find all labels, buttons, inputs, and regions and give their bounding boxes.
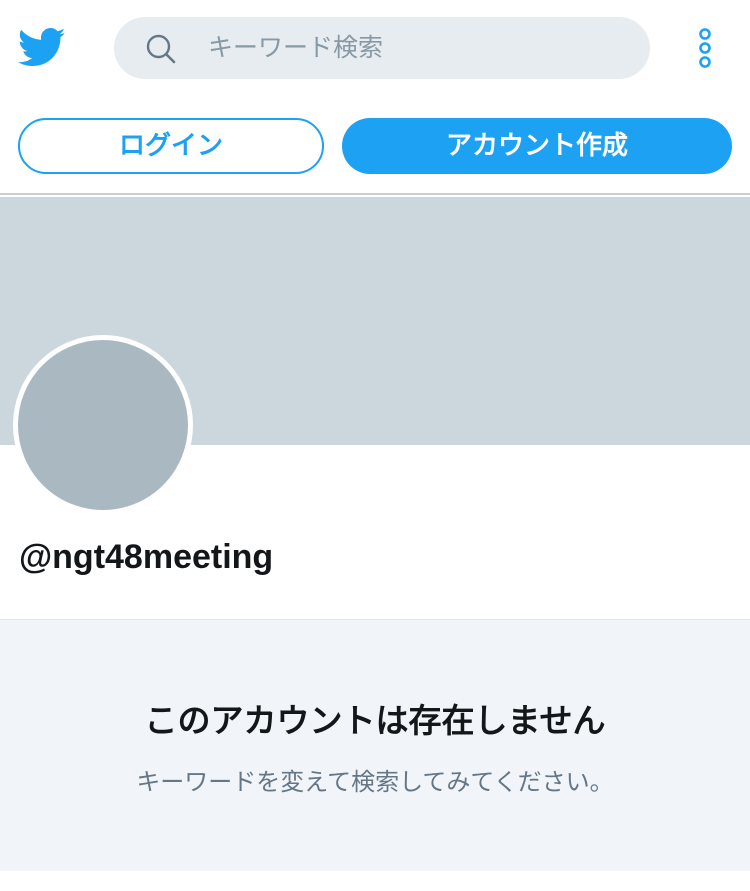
search-bar[interactable]: キーワード検索 xyxy=(114,17,650,79)
empty-state-title: このアカウントは存在しません xyxy=(144,701,606,740)
avatar xyxy=(13,335,193,515)
profile-handle: @ngt48meeting xyxy=(19,538,274,576)
top-navigation-bar: キーワード検索 xyxy=(0,0,750,98)
auth-buttons-row: ログイン アカウント作成 xyxy=(0,98,750,195)
search-icon xyxy=(145,33,177,65)
empty-state-subtitle: キーワードを変えて検索してみてください。 xyxy=(136,768,614,796)
empty-state-panel: このアカウントは存在しません キーワードを変えて検索してみてください。 xyxy=(0,619,750,871)
create-account-button[interactable]: アカウント作成 xyxy=(342,118,732,174)
search-input-placeholder[interactable]: キーワード検索 xyxy=(208,17,383,79)
login-button[interactable]: ログイン xyxy=(18,118,324,174)
twitter-bird-icon[interactable] xyxy=(17,28,66,68)
more-vertical-icon[interactable] xyxy=(690,27,720,71)
